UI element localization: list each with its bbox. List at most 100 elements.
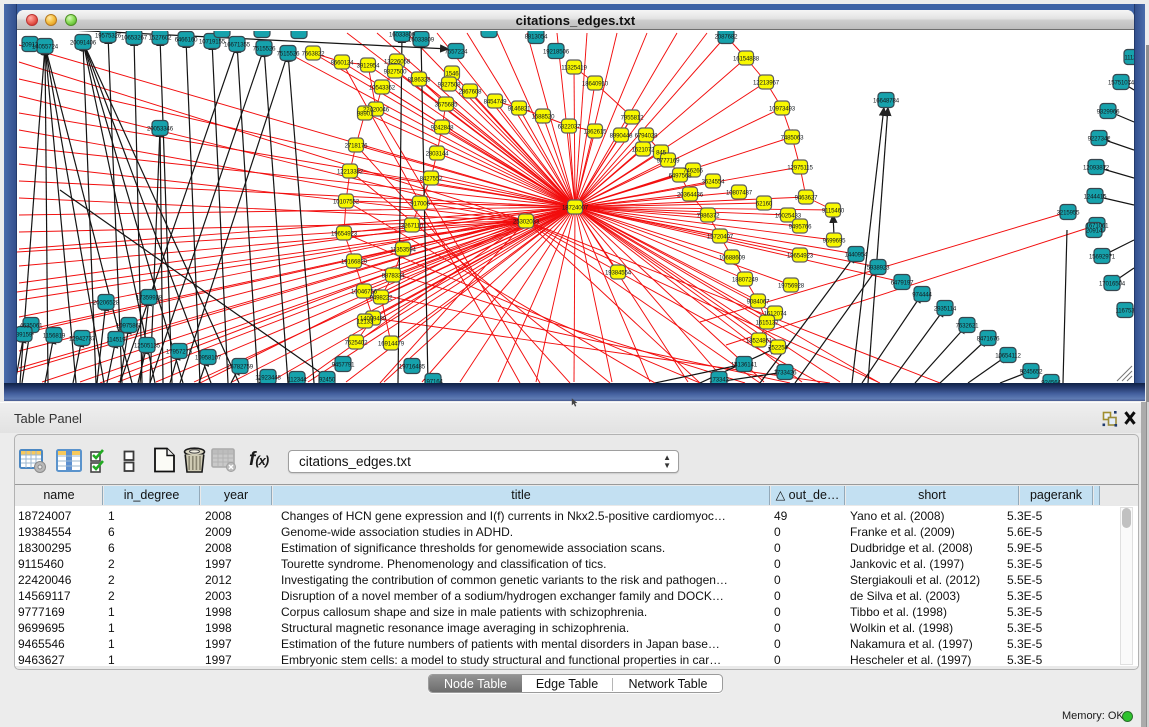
svg-text:12133: 12133 (357, 318, 374, 325)
svg-text:10543362: 10543362 (369, 84, 396, 91)
svg-text:9327508: 9327508 (438, 81, 461, 88)
svg-text:9242848: 9242848 (431, 124, 454, 131)
svg-text:3215955: 3215955 (1057, 209, 1080, 216)
svg-text:3912954: 3912954 (357, 62, 380, 69)
svg-text:15692971: 15692971 (1089, 253, 1116, 260)
svg-text:16914479: 16914479 (378, 340, 405, 347)
svg-text:7955812: 7955812 (621, 114, 644, 121)
svg-text:9495766: 9495766 (789, 223, 812, 230)
svg-text:3267110: 3267110 (401, 222, 424, 229)
svg-text:845: 845 (656, 149, 666, 156)
svg-text:20091406: 20091406 (70, 39, 97, 46)
svg-text:12093872: 12093872 (1083, 164, 1110, 171)
svg-text:19756928: 19756928 (778, 282, 805, 289)
svg-text:1244415: 1244415 (1084, 193, 1107, 200)
svg-text:1612074: 1612074 (764, 310, 787, 317)
svg-text:19654923: 19654923 (331, 230, 358, 237)
svg-text:8660124: 8660124 (331, 59, 354, 66)
svg-text:10719155: 10719155 (199, 38, 226, 45)
svg-text:62160: 62160 (756, 200, 773, 207)
svg-text:1527602: 1527602 (149, 34, 172, 41)
svg-text:20206528: 20206528 (93, 299, 120, 306)
svg-text:19218506: 19218506 (543, 48, 570, 55)
svg-text:16033809: 16033809 (408, 36, 435, 43)
svg-text:2087682: 2087682 (715, 33, 738, 40)
svg-text:12213967: 12213967 (753, 79, 780, 86)
svg-text:7986372: 7986372 (697, 212, 720, 219)
svg-text:9227342: 9227342 (1088, 135, 1111, 142)
svg-text:10807487: 10807487 (726, 189, 753, 196)
svg-text:10973493: 10973493 (769, 105, 796, 112)
svg-text:1546: 1546 (446, 70, 460, 77)
svg-text:11353594: 11353594 (390, 246, 416, 253)
svg-text:6479197: 6479197 (891, 279, 914, 286)
svg-text:4635061: 4635061 (20, 322, 43, 329)
svg-text:7485063: 7485063 (781, 134, 804, 141)
svg-text:15751074: 15751074 (1108, 79, 1134, 86)
svg-text:12942737: 12942737 (69, 335, 96, 342)
svg-text:13226058: 13226058 (384, 58, 411, 65)
svg-text:8990448: 8990448 (610, 132, 633, 139)
svg-text:3675685: 3675685 (435, 101, 458, 108)
svg-text:16671355: 16671355 (224, 41, 251, 48)
svg-text:8454749: 8454749 (484, 98, 507, 105)
svg-text:2867608: 2867608 (459, 88, 482, 95)
svg-text:112344: 112344 (288, 376, 308, 383)
svg-text:18724007: 18724007 (562, 204, 589, 211)
svg-text:8186328: 8186328 (408, 76, 431, 83)
svg-text:18524861: 18524861 (746, 337, 773, 344)
svg-text:1615132: 1615132 (756, 319, 779, 326)
svg-text:9457791: 9457791 (332, 361, 355, 368)
svg-text:173342: 173342 (709, 376, 729, 383)
svg-text:25302033: 25302033 (513, 218, 540, 225)
svg-text:19166829: 19166829 (341, 258, 368, 265)
svg-text:9329966: 9329966 (1097, 108, 1120, 115)
svg-text:18807249: 18807249 (732, 276, 759, 283)
svg-text:9327500: 9327500 (384, 68, 407, 75)
svg-text:1733426: 1733426 (774, 369, 797, 376)
svg-text:19654923: 19654923 (787, 252, 814, 259)
svg-text:11325419: 11325419 (561, 64, 587, 71)
svg-text:17016504: 17016504 (1099, 280, 1126, 287)
svg-text:1156819: 1156819 (43, 332, 66, 339)
svg-text:19716485: 19716485 (399, 363, 426, 370)
svg-text:7625402: 7625402 (345, 339, 368, 346)
svg-text:2718176: 2718176 (345, 142, 368, 149)
svg-text:19575326: 19575326 (95, 32, 122, 39)
svg-text:1362615: 1362615 (584, 128, 607, 135)
svg-text:3624554: 3624554 (702, 178, 725, 185)
svg-text:20364436: 20364436 (677, 191, 704, 198)
svg-text:11923448: 11923448 (255, 374, 281, 381)
svg-text:10975867: 10975867 (116, 322, 143, 329)
svg-text:116753: 116753 (1116, 307, 1134, 314)
svg-text:10958107: 10958107 (195, 354, 222, 361)
svg-text:9115460: 9115460 (822, 207, 845, 214)
svg-text:8878334: 8878334 (382, 272, 405, 279)
svg-text:20053346: 20053346 (147, 125, 174, 132)
svg-text:1588520: 1588520 (532, 113, 555, 120)
svg-text:12505135: 12505135 (134, 342, 161, 349)
svg-text:10107552: 10107552 (333, 198, 360, 205)
svg-text:17957275: 17957275 (166, 348, 193, 355)
svg-text:974444: 974444 (912, 291, 932, 298)
svg-text:14136141: 14136141 (731, 361, 758, 368)
svg-text:197164: 197164 (423, 378, 443, 383)
svg-text:5938923: 5938923 (867, 264, 890, 271)
svg-text:7663822: 7663822 (302, 50, 325, 57)
svg-text:8471676: 8471676 (977, 335, 1000, 342)
svg-text:9084067: 9084067 (747, 298, 770, 305)
svg-text:18640910: 18640910 (582, 80, 609, 87)
svg-text:16782759: 16782759 (227, 363, 254, 370)
svg-text:9498222: 9498222 (370, 294, 393, 301)
svg-text:6794028: 6794028 (635, 132, 658, 139)
svg-text:16648784: 16648784 (873, 97, 900, 104)
svg-text:10025433: 10025433 (775, 212, 802, 219)
svg-text:14055724: 14055724 (32, 43, 59, 50)
svg-text:10654112: 10654112 (995, 352, 1021, 359)
svg-text:7515526: 7515526 (277, 50, 300, 57)
svg-text:9463627: 9463627 (795, 194, 818, 201)
svg-text:1440954: 1440954 (845, 251, 868, 258)
svg-text:19384554: 19384554 (605, 269, 632, 276)
svg-text:2935114: 2935114 (934, 305, 957, 312)
svg-text:6497568: 6497568 (669, 172, 692, 179)
